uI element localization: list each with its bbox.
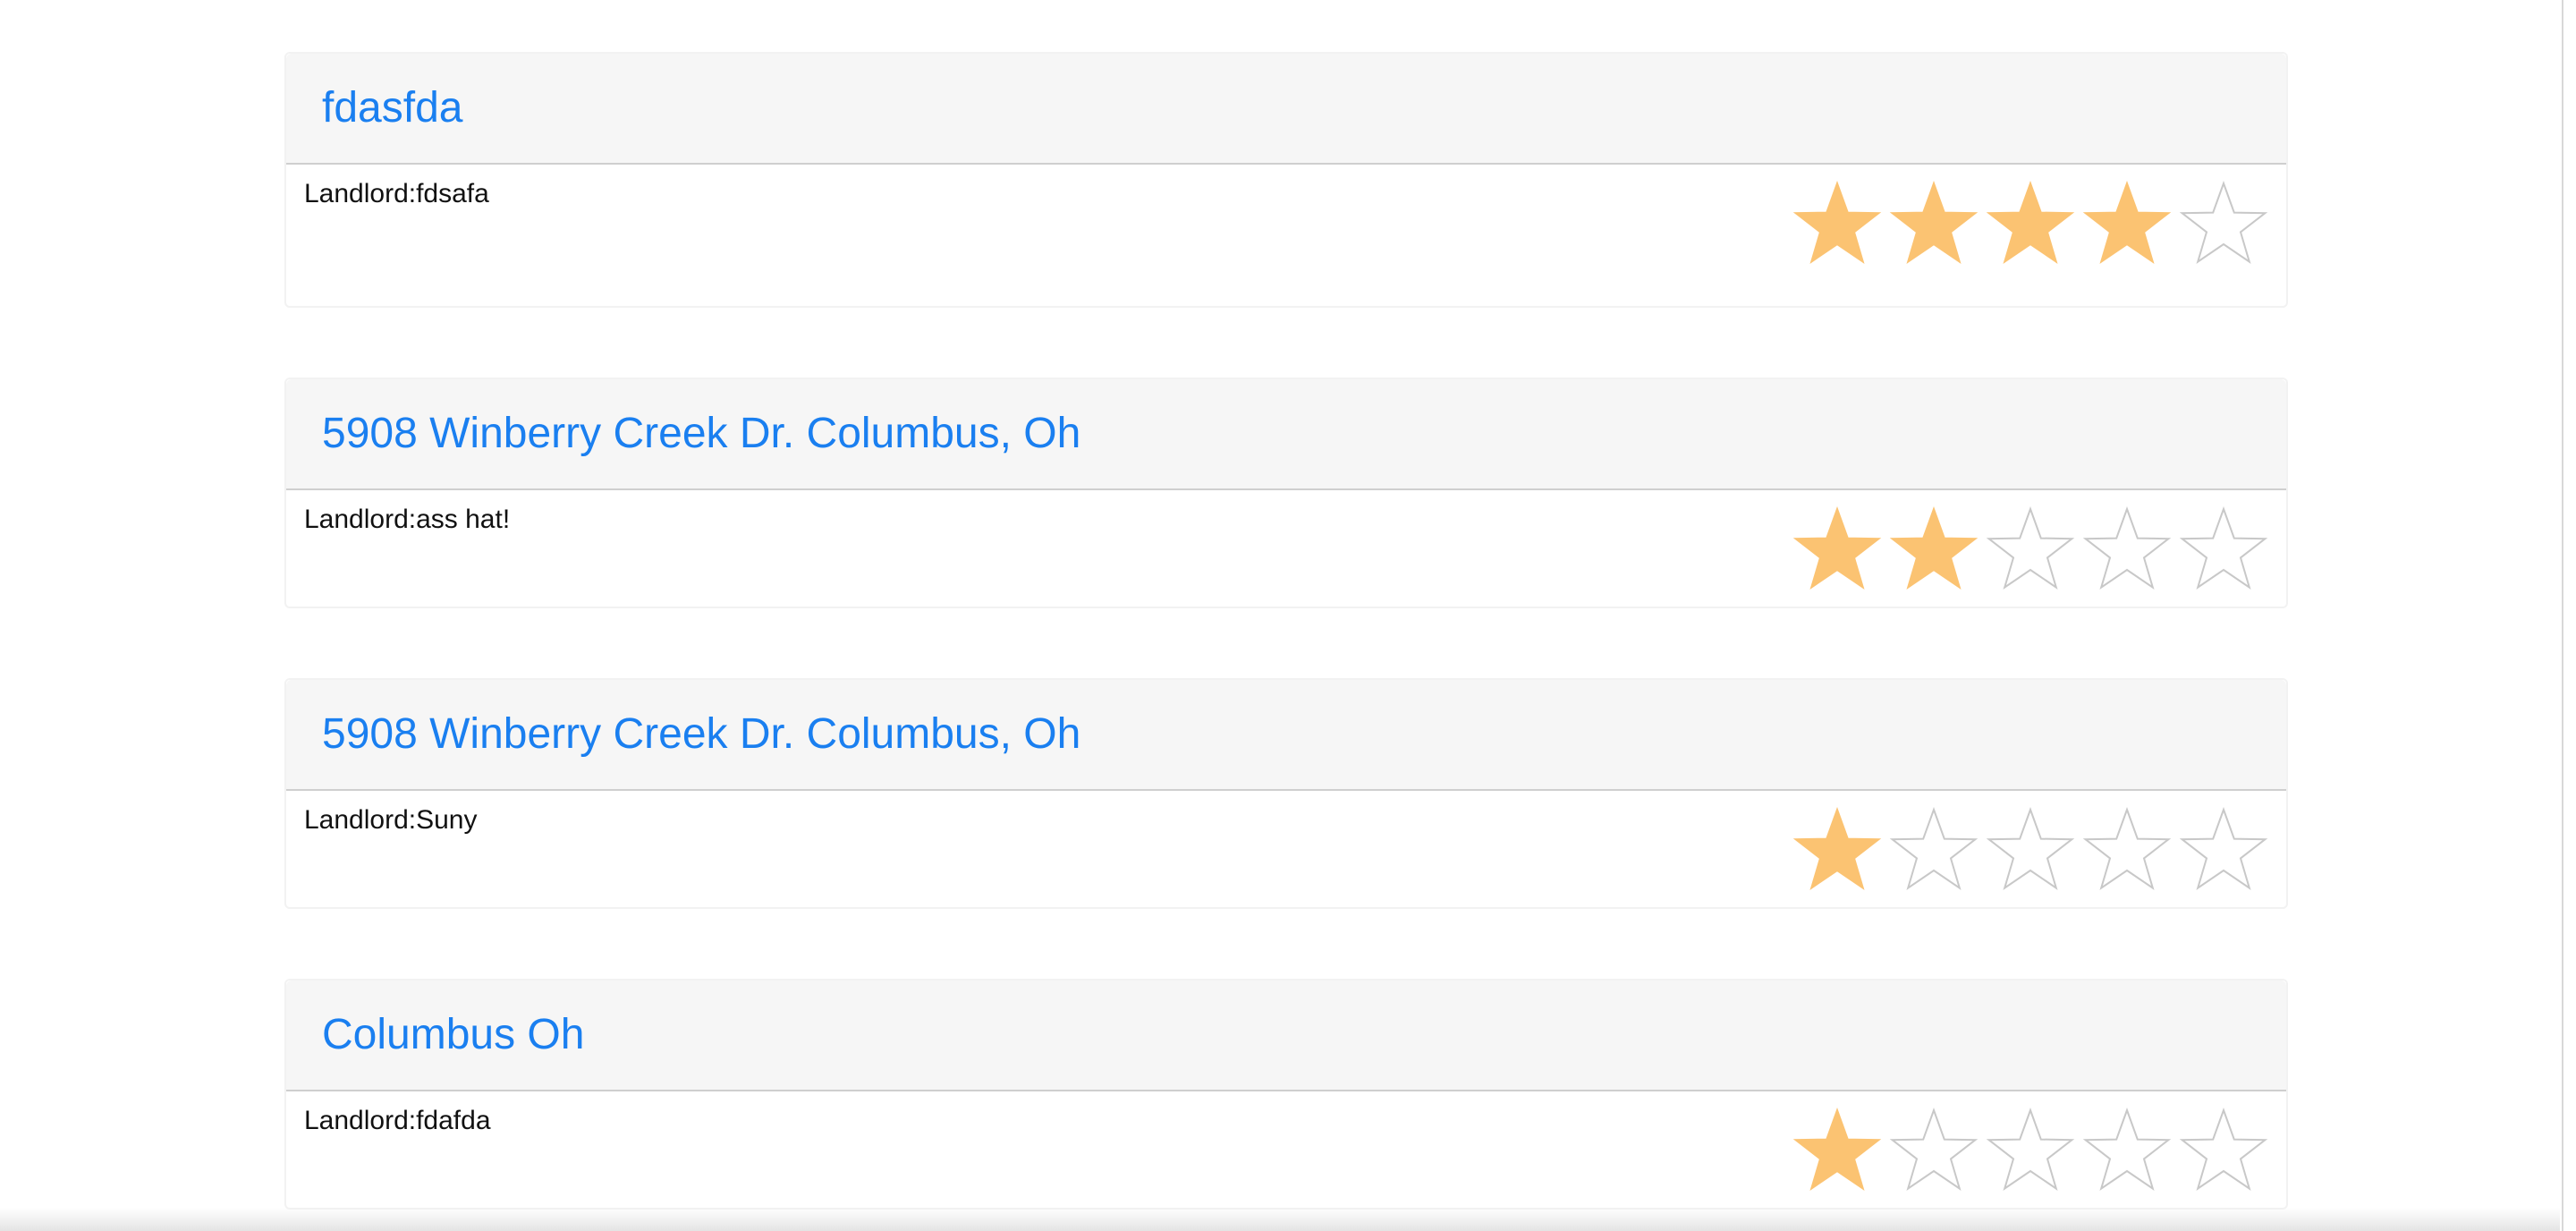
star-rating[interactable] xyxy=(1792,505,2268,594)
star-rating[interactable] xyxy=(1792,1106,2268,1195)
listing-card: Columbus Oh Landlord:fdafda xyxy=(284,979,2288,1210)
star-filled-icon[interactable] xyxy=(1792,805,1882,895)
listing-title-link[interactable]: fdasfda xyxy=(322,87,462,130)
listing-card: 5908 Winberry Creek Dr. Columbus, Oh Lan… xyxy=(284,378,2288,608)
star-empty-icon[interactable] xyxy=(1986,505,2075,594)
listing-title-link[interactable]: 5908 Winberry Creek Dr. Columbus, Oh xyxy=(322,713,1080,756)
star-filled-icon[interactable] xyxy=(1889,505,1979,594)
listing-card-body: Landlord:fdafda xyxy=(286,1091,2286,1208)
star-rating[interactable] xyxy=(1792,179,2268,268)
page: fdasfda Landlord:fdsafa 5908 Winberry Cr… xyxy=(0,0,2576,1231)
listing-title-link[interactable]: Columbus Oh xyxy=(322,1014,584,1057)
star-empty-icon[interactable] xyxy=(2082,805,2172,895)
landlord-label: Landlord:fdsafa xyxy=(304,179,489,208)
star-empty-icon[interactable] xyxy=(2179,179,2268,268)
listing-card: 5908 Winberry Creek Dr. Columbus, Oh Lan… xyxy=(284,678,2288,909)
star-empty-icon[interactable] xyxy=(1889,805,1979,895)
star-empty-icon[interactable] xyxy=(2179,805,2268,895)
listing-title-link[interactable]: 5908 Winberry Creek Dr. Columbus, Oh xyxy=(322,412,1080,455)
star-rating[interactable] xyxy=(1792,805,2268,895)
star-empty-icon[interactable] xyxy=(1986,805,2075,895)
bottom-edge-shadow xyxy=(0,1208,2560,1231)
star-filled-icon[interactable] xyxy=(2082,179,2172,268)
star-filled-icon[interactable] xyxy=(1792,505,1882,594)
landlord-label: Landlord:fdafda xyxy=(304,1106,491,1135)
listing-card-header: fdasfda xyxy=(286,54,2286,165)
listing-card-header: Columbus Oh xyxy=(286,981,2286,1091)
star-empty-icon[interactable] xyxy=(1889,1106,1979,1195)
listing-card: fdasfda Landlord:fdsafa xyxy=(284,52,2288,308)
listing-card-body: Landlord:fdsafa xyxy=(286,165,2286,306)
listing-card-body: Landlord:ass hat! xyxy=(286,490,2286,607)
star-filled-icon[interactable] xyxy=(1986,179,2075,268)
listing-card-body: Landlord:Suny xyxy=(286,791,2286,907)
star-filled-icon[interactable] xyxy=(1889,179,1979,268)
star-filled-icon[interactable] xyxy=(1792,179,1882,268)
listing-list: fdasfda Landlord:fdsafa 5908 Winberry Cr… xyxy=(284,52,2288,1231)
listing-card-header: 5908 Winberry Creek Dr. Columbus, Oh xyxy=(286,680,2286,791)
vertical-scrollbar[interactable] xyxy=(2562,0,2576,1231)
star-empty-icon[interactable] xyxy=(1986,1106,2075,1195)
star-empty-icon[interactable] xyxy=(2179,1106,2268,1195)
star-empty-icon[interactable] xyxy=(2082,505,2172,594)
listing-card-header: 5908 Winberry Creek Dr. Columbus, Oh xyxy=(286,379,2286,490)
star-empty-icon[interactable] xyxy=(2082,1106,2172,1195)
landlord-label: Landlord:Suny xyxy=(304,805,478,835)
star-filled-icon[interactable] xyxy=(1792,1106,1882,1195)
landlord-label: Landlord:ass hat! xyxy=(304,505,511,534)
star-empty-icon[interactable] xyxy=(2179,505,2268,594)
